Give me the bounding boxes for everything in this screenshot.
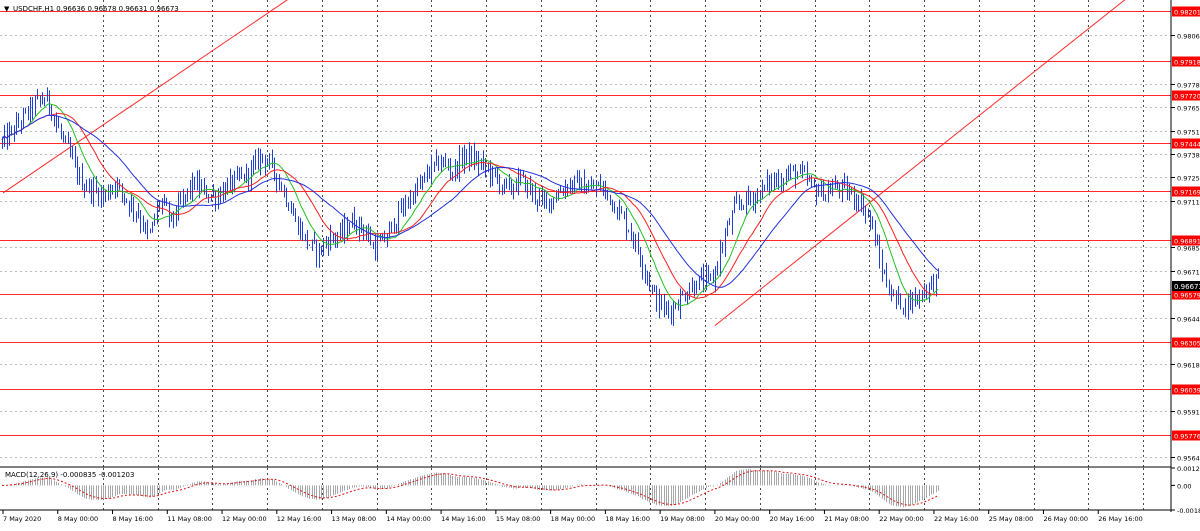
time-tick-label: 20 May 00:00 <box>715 515 760 523</box>
time-tick-label: 15 May 08:00 <box>496 515 541 523</box>
price-tick-label: 0.97115 <box>1177 199 1200 207</box>
price-tick-label: 0.96445 <box>1177 316 1200 324</box>
time-tick-label: 21 May 08:00 <box>824 515 869 523</box>
time-tick-label: 22 May 16:00 <box>934 515 979 523</box>
dropdown-caret-icon[interactable]: ▼ <box>4 5 10 13</box>
level-label-text: 0.97444 <box>1174 141 1200 149</box>
current-price-label: 0.96673 <box>1172 281 1200 291</box>
time-tick-label: 18 May 16:00 <box>605 515 650 523</box>
price-tick-label: 0.96180 <box>1177 362 1200 370</box>
level-label-text: 0.96891 <box>1174 238 1200 246</box>
level-label-text: 0.96305 <box>1174 340 1200 348</box>
price-tick-label: 0.97515 <box>1177 129 1200 137</box>
chart-window: 0.98065 0.97785 0.97650 0.97515 0.97385 0.972… <box>0 0 1200 527</box>
current-price-text: 0.96673 <box>1174 283 1200 291</box>
time-tick-label: 25 May 08:00 <box>989 515 1034 523</box>
time-tick-label: 18 May 00:00 <box>551 515 596 523</box>
level-label-text: 0.96579 <box>1174 292 1200 300</box>
time-tick-label: 14 May 16:00 <box>441 515 486 523</box>
time-tick-label: 19 May 08:00 <box>660 515 705 523</box>
level-label-text: 0.95776 <box>1174 433 1200 441</box>
price-tick-label: 0.95910 <box>1177 409 1200 417</box>
time-tick-label: 11 May 08:00 <box>167 515 212 523</box>
level-label-text: 0.97169 <box>1174 189 1200 197</box>
time-tick-label: 7 May 2020 <box>3 515 41 523</box>
time-tick-label: 20 May 16:00 <box>770 515 815 523</box>
level-label-text: 0.96039 <box>1174 387 1200 395</box>
price-chart[interactable]: 0.98065 0.97785 0.97650 0.97515 0.97385 0.972… <box>0 0 1200 527</box>
chart-title: USDCHF,H1 0.96636 0.96678 0.96631 0.9667… <box>13 5 179 13</box>
time-tick-label: 13 May 08:00 <box>332 515 377 523</box>
macd-title: MACD(12,26,9) -0.000835 -0.001203 <box>5 471 134 479</box>
macd-tick-label: -0.00181 <box>1177 507 1200 515</box>
time-tick-label: 26 May 16:00 <box>1098 515 1143 523</box>
time-tick-label: 26 May 00:00 <box>1043 515 1088 523</box>
macd-tick-label: 0.00128 <box>1177 465 1200 473</box>
time-tick-label: 12 May 00:00 <box>222 515 267 523</box>
price-tick-label: 0.97385 <box>1177 152 1200 160</box>
price-tick-label: 0.97785 <box>1177 82 1200 90</box>
time-tick-label: 12 May 16:00 <box>277 515 322 523</box>
price-tick-label: 0.95645 <box>1177 455 1200 463</box>
time-tick-label: 14 May 00:00 <box>386 515 431 523</box>
price-tick-label: 0.98065 <box>1177 33 1200 41</box>
level-label-text: 0.97918 <box>1174 59 1200 67</box>
level-label-text: 0.97720 <box>1174 93 1200 101</box>
time-tick-label: 8 May 00:00 <box>58 515 98 523</box>
time-tick-label: 8 May 16:00 <box>113 515 153 523</box>
price-tick-label: 0.97650 <box>1177 105 1200 113</box>
level-label-text: 0.98201 <box>1174 9 1200 17</box>
macd-tick-label: 0.00 <box>1177 482 1191 490</box>
price-tick-label: 0.96850 <box>1177 245 1200 253</box>
time-tick-label: 22 May 00:00 <box>879 515 924 523</box>
price-tick-label: 0.97250 <box>1177 175 1200 183</box>
price-tick-label: 0.96715 <box>1177 269 1200 277</box>
chart-header: ▼ USDCHF,H1 0.96636 0.96678 0.96631 0.96… <box>4 5 179 13</box>
